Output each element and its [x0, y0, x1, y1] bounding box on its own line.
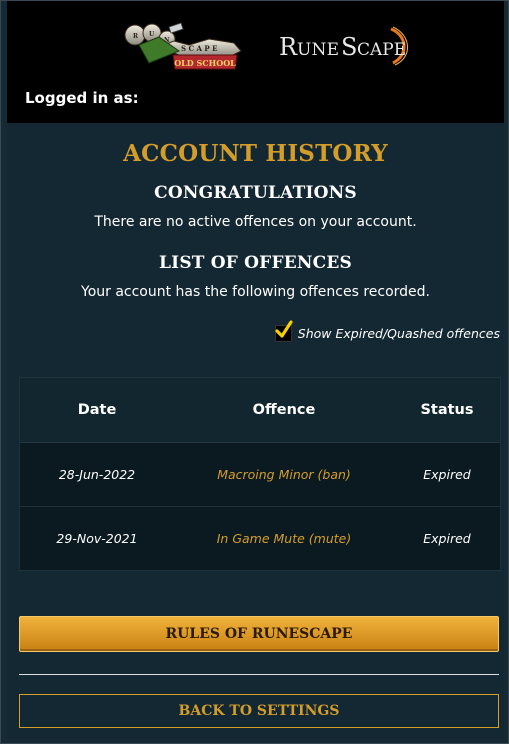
- offence-date: 29-Nov-2021: [56, 531, 138, 546]
- offence-status: Expired: [423, 531, 471, 546]
- congratulations-heading: CONGRATULATIONS: [154, 183, 357, 203]
- rules-of-runescape-button[interactable]: RULES OF RUNESCAPE: [19, 616, 499, 652]
- offences-table: Date Offence Status 28-Jun-2022 Macroing…: [19, 377, 501, 571]
- svg-text:S: S: [341, 33, 357, 61]
- offence-date: 28-Jun-2022: [58, 467, 136, 482]
- osrs-logo-icon[interactable]: OLD SCHOOL R U N S C A P E: [119, 19, 249, 75]
- checkmark-icon: [275, 319, 293, 338]
- svg-text:R: R: [279, 33, 298, 61]
- column-header-date: Date: [77, 402, 117, 418]
- svg-text:N: N: [164, 37, 170, 44]
- svg-text:S C A P E: S C A P E: [181, 44, 217, 53]
- header-bar: OLD SCHOOL R U N S C A P E R UNE S CAPE …: [7, 1, 504, 123]
- page-title: ACCOUNT HISTORY: [123, 140, 388, 167]
- back-to-settings-button[interactable]: BACK TO SETTINGS: [19, 694, 499, 728]
- page-frame: OLD SCHOOL R U N S C A P E R UNE S CAPE …: [0, 0, 509, 744]
- table-row: 28-Jun-2022 Macroing Minor (ban) Expired: [20, 443, 500, 507]
- show-expired-checkbox[interactable]: [274, 319, 293, 342]
- offence-name: In Game Mute (mute): [216, 531, 352, 546]
- table-row: 29-Nov-2021 In Game Mute (mute) Expired: [20, 507, 500, 570]
- runescape-logo-icon[interactable]: R UNE S CAPE: [273, 21, 413, 71]
- offence-name: Macroing Minor (ban): [217, 467, 351, 482]
- column-header-status: Status: [420, 402, 474, 418]
- svg-text:CAPE: CAPE: [357, 40, 406, 60]
- table-header-row: Date Offence Status: [20, 378, 500, 443]
- show-expired-label[interactable]: Show Expired/Quashed offences: [298, 326, 500, 341]
- offences-text: Your account has the following offences …: [81, 284, 430, 300]
- congratulations-text: There are no active offences on your acc…: [94, 214, 417, 230]
- offence-status: Expired: [423, 467, 471, 482]
- offences-heading: LIST OF OFFENCES: [159, 253, 352, 273]
- column-header-offence: Offence: [252, 402, 316, 418]
- svg-text:U: U: [149, 31, 155, 38]
- account-history-panel: ACCOUNT HISTORY CONGRATULATIONS There ar…: [7, 123, 504, 739]
- show-expired-toggle[interactable]: Show Expired/Quashed offences: [274, 319, 500, 344]
- logged-in-label: Logged in as:: [25, 89, 139, 107]
- svg-text:UNE: UNE: [297, 40, 339, 60]
- osrs-logo-subtext: OLD SCHOOL: [174, 58, 236, 68]
- divider: [19, 674, 499, 675]
